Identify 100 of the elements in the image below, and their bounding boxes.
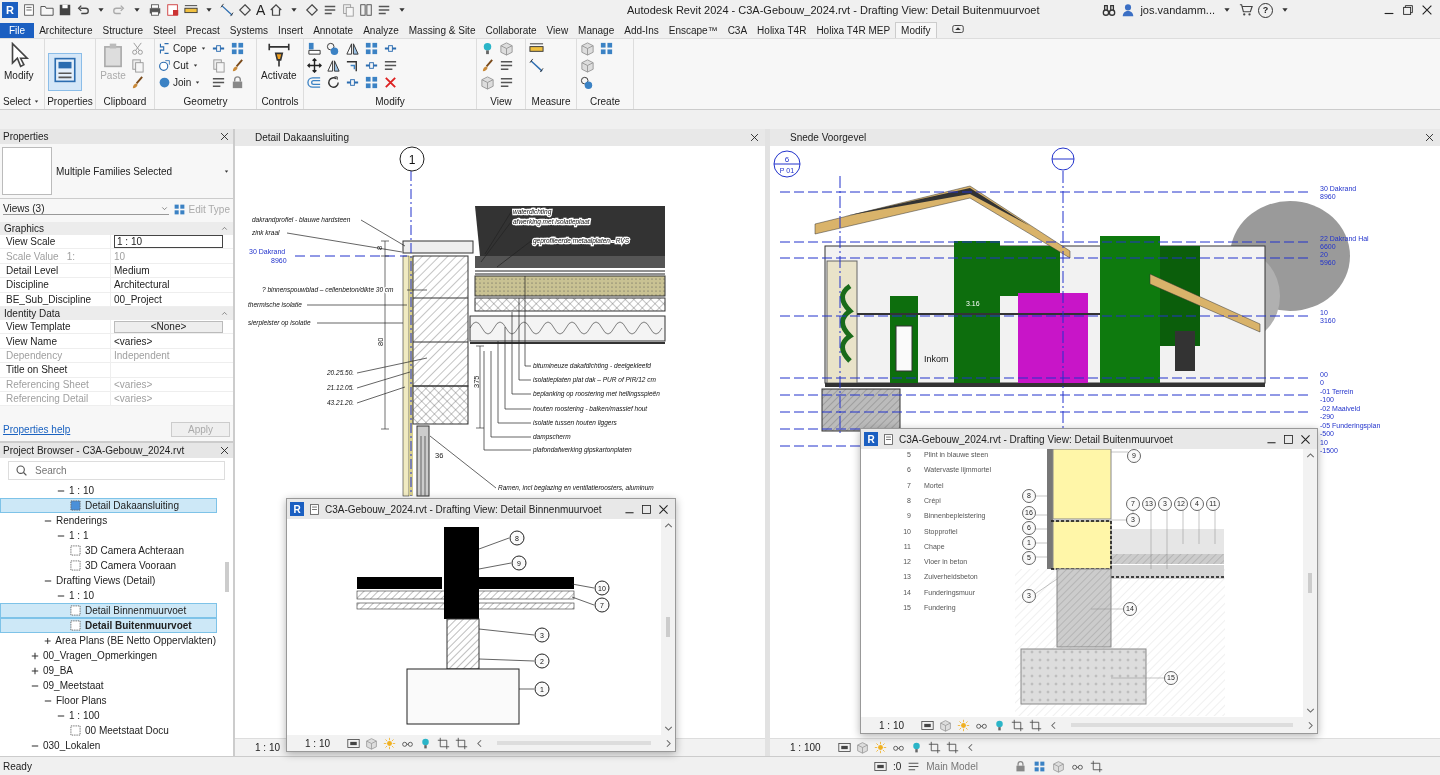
panel-title[interactable]: Controls xyxy=(261,96,299,107)
close-icon[interactable] xyxy=(657,502,670,516)
ribbon-tab[interactable]: File xyxy=(0,23,35,38)
expand-icon[interactable] xyxy=(31,651,39,660)
cube-icon[interactable] xyxy=(580,41,595,56)
crop-icon[interactable] xyxy=(1089,759,1103,773)
list-icon[interactable] xyxy=(383,58,398,73)
folder-icon[interactable] xyxy=(40,3,54,17)
panel-title[interactable]: Select xyxy=(3,96,41,107)
ribbon-tab[interactable]: Annotate xyxy=(308,23,359,38)
close-icon[interactable] xyxy=(749,132,760,143)
folder-item[interactable]: 1 : 10 xyxy=(0,588,217,603)
folder-item[interactable]: 00_Vragen_Opmerkingen xyxy=(0,648,217,663)
marker-icon[interactable] xyxy=(238,3,252,17)
binoculars-icon[interactable] xyxy=(1102,3,1117,17)
ribbon-tab[interactable]: Add-Ins xyxy=(619,23,664,38)
diagonal-icon[interactable] xyxy=(220,3,234,17)
help-link[interactable]: Properties help xyxy=(3,424,71,435)
grid-bubble[interactable]: 1 xyxy=(399,146,425,172)
ribbon-tab[interactable]: Holixa T4R xyxy=(752,23,812,38)
ribbon-tab[interactable]: Manage xyxy=(573,23,620,38)
view-tab[interactable]: Detail Dakaansluiting xyxy=(255,132,349,143)
printer-icon[interactable] xyxy=(148,3,162,17)
ribbon-tab[interactable]: Structure xyxy=(97,23,149,38)
folder-item[interactable]: Floor Plans xyxy=(0,693,217,708)
export-icon[interactable] xyxy=(166,3,180,17)
folder-item[interactable]: 1 : 1 xyxy=(0,528,217,543)
ribbon-tab[interactable]: Holixa T4R MEP xyxy=(811,23,896,38)
maximize-icon[interactable] xyxy=(640,502,653,516)
rotate-icon[interactable] xyxy=(326,75,341,90)
view-item[interactable]: 00 Meetstaat Docu xyxy=(0,723,217,738)
close-icon[interactable] xyxy=(219,445,230,456)
ribbon-tab[interactable]: Systems xyxy=(224,23,274,38)
panel-title[interactable]: Measure xyxy=(531,96,571,107)
ribbon-tab[interactable]: Architecture xyxy=(34,23,98,38)
expand-icon[interactable] xyxy=(44,636,52,645)
folder-item[interactable]: 09_Meetstaat xyxy=(0,678,217,693)
offset-icon[interactable] xyxy=(307,75,322,90)
arrows-icon[interactable] xyxy=(307,58,322,73)
view-scale[interactable]: 1 : 10 xyxy=(255,742,281,753)
close-icon[interactable] xyxy=(1299,432,1312,446)
restore-icon[interactable] xyxy=(1401,3,1415,17)
ribbon-tab[interactable]: Enscape™ xyxy=(663,23,723,38)
grid-icon[interactable] xyxy=(599,41,614,56)
folder-item[interactable]: Renderings xyxy=(0,513,217,528)
view-item[interactable]: 3D Camera Achteraan xyxy=(0,543,217,558)
panel-title[interactable]: View xyxy=(490,96,512,107)
ribbon-tab[interactable]: Steel xyxy=(148,23,181,38)
panel-title[interactable]: Clipboard xyxy=(103,96,147,107)
panel-toggle-icon[interactable] xyxy=(950,22,965,36)
list-icon[interactable] xyxy=(499,75,514,90)
text-tool-button[interactable]: A xyxy=(256,2,266,18)
circles-icon[interactable] xyxy=(580,75,595,90)
folder-item[interactable]: 1 : 10 xyxy=(0,483,217,498)
panel-title[interactable]: Create xyxy=(590,96,620,107)
maximize-icon[interactable] xyxy=(1282,432,1295,446)
panel-title[interactable]: Properties xyxy=(47,96,93,107)
user-menu[interactable]: jos.vandamm... xyxy=(1140,4,1215,16)
view-item[interactable]: 3D Camera Vooraan xyxy=(0,558,217,573)
type-selector[interactable]: Multiple Families Selected xyxy=(0,144,233,199)
undo-icon[interactable] xyxy=(76,3,90,17)
folder-item[interactable]: 09_BA xyxy=(0,663,217,678)
properties-button[interactable] xyxy=(48,53,82,91)
panel-title[interactable]: Modify xyxy=(375,96,405,107)
grid-icon[interactable] xyxy=(364,41,379,56)
ribbon-tab[interactable]: Collaborate xyxy=(480,23,542,38)
cube-icon[interactable] xyxy=(580,58,595,73)
view-item[interactable]: Detail Buitenmuurvoet xyxy=(0,618,217,633)
trim-icon[interactable] xyxy=(345,58,360,73)
grid-icon[interactable] xyxy=(364,75,379,90)
active-model[interactable]: Main Model xyxy=(926,760,978,772)
folder-item[interactable]: Area Plans (BE Netto Oppervlakten) xyxy=(0,633,217,648)
marker-icon[interactable] xyxy=(305,3,320,17)
list-icon[interactable] xyxy=(377,3,392,17)
crop-icon[interactable] xyxy=(1011,718,1025,732)
diagonal-icon[interactable] xyxy=(529,58,544,73)
brush-icon[interactable] xyxy=(130,75,145,90)
frame-icon[interactable] xyxy=(873,759,887,773)
ribbon-tab[interactable]: Modify xyxy=(895,22,937,38)
circles-icon[interactable] xyxy=(326,41,341,56)
large-tool-button[interactable]: Activate xyxy=(260,41,298,94)
frame-icon[interactable] xyxy=(347,736,361,750)
grid-icon[interactable] xyxy=(1032,759,1046,773)
ribbon-tab[interactable]: Massing & Site xyxy=(403,23,481,38)
view-item[interactable]: Detail Binnenmuurvoet xyxy=(0,603,217,618)
crop-icon[interactable] xyxy=(945,741,959,754)
large-tool-button[interactable]: Modify xyxy=(3,41,35,94)
list-icon[interactable] xyxy=(323,3,338,17)
value-button[interactable]: <None> xyxy=(114,320,223,333)
house-icon[interactable] xyxy=(269,3,284,17)
view-scale[interactable]: 1 : 10 xyxy=(879,719,905,731)
view-tab[interactable]: Snede Voorgevel xyxy=(790,132,867,143)
close-icon[interactable] xyxy=(1420,3,1434,17)
frame-icon[interactable] xyxy=(921,718,935,732)
ribbon-tab[interactable]: Analyze xyxy=(358,23,404,38)
ribbon-tab[interactable]: Precast xyxy=(180,23,225,38)
tool-button[interactable]: Cope xyxy=(158,41,208,56)
folder-item[interactable]: Drafting Views (Detail) xyxy=(0,573,217,588)
brush-icon[interactable] xyxy=(480,58,495,73)
list-icon[interactable] xyxy=(499,58,514,73)
